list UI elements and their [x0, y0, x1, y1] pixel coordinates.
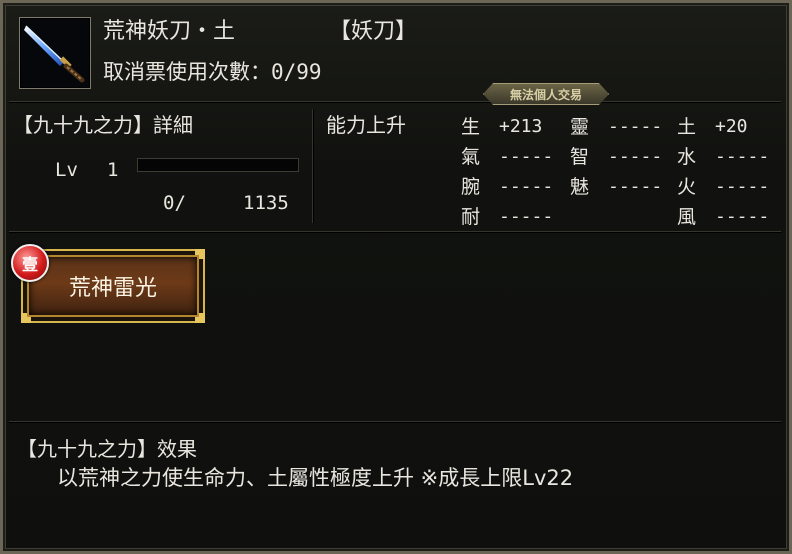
- ability-stat-row: 靈 -----: [570, 117, 670, 147]
- item-tooltip-window: 荒神妖刀・土 【妖刀】 取消票使用次數：0/99 無法個人交易 【九十九之力】詳…: [0, 0, 792, 554]
- exp-current: 0/: [163, 192, 186, 214]
- level-value: 1: [107, 159, 119, 181]
- effect-title: 【九十九之力】效果: [17, 437, 197, 461]
- ability-stat-value: -----: [608, 116, 663, 137]
- ability-stat-row: 水 -----: [677, 147, 777, 177]
- ability-stat-value: +213: [499, 116, 543, 137]
- ability-stat-name: 氣: [461, 146, 481, 168]
- ability-stat-value: -----: [715, 146, 770, 167]
- ability-stat-value: +20: [715, 116, 748, 137]
- ability-title: 能力上升: [326, 113, 406, 137]
- ability-stat-name: 土: [677, 116, 697, 138]
- uses-value: 0/99: [271, 60, 322, 84]
- ability-stat-value: -----: [499, 146, 554, 167]
- ability-column-3: 土 +20 水 ----- 火 ----- 風 -----: [677, 117, 777, 237]
- detail-title: 【九十九之力】詳細: [13, 113, 193, 137]
- ability-stat-row: 智 -----: [570, 147, 670, 177]
- ability-stat-name: 靈: [570, 116, 590, 138]
- section-divider: [312, 109, 314, 223]
- ability-stat-name: 魅: [570, 176, 590, 198]
- effect-description: 以荒神之力使生命力、土屬性極度上升 ※成長上限Lv22: [57, 466, 574, 490]
- sword-icon: [19, 17, 91, 89]
- ability-stat-row: 土 +20: [677, 117, 777, 147]
- divider: [9, 231, 781, 233]
- ability-column-1: 生 +213 氣 ----- 腕 ----- 耐 -----: [461, 117, 561, 237]
- ability-column-2: 靈 ----- 智 ----- 魅 -----: [570, 117, 670, 207]
- ability-stat-row: 魅 -----: [570, 177, 670, 207]
- skill-name: 荒神雷光: [68, 276, 157, 301]
- ability-stat-value: -----: [608, 146, 663, 167]
- exp-bar: [137, 158, 299, 172]
- exp-max: 1135: [243, 192, 289, 214]
- ability-stat-row: 火 -----: [677, 177, 777, 207]
- item-name: 荒神妖刀・土: [103, 19, 236, 44]
- uses-label: 取消票使用次數：: [103, 60, 271, 84]
- ability-stat-name: 腕: [461, 176, 481, 198]
- ability-stat-value: -----: [715, 176, 770, 197]
- ability-stat-name: 智: [570, 146, 590, 168]
- ability-stat-row: 生 +213: [461, 117, 561, 147]
- level-label: Lv: [55, 159, 78, 181]
- ability-stat-value: -----: [608, 176, 663, 197]
- skill-rank-badge: 壹: [11, 244, 49, 282]
- ability-stat-name: 生: [461, 116, 481, 138]
- ability-stat-row: 腕 -----: [461, 177, 561, 207]
- ability-stat-name: 水: [677, 146, 697, 168]
- divider: [9, 421, 781, 423]
- ability-stat-value: -----: [499, 176, 554, 197]
- ability-stat-name: 火: [677, 176, 697, 198]
- ability-stat-row: 氣 -----: [461, 147, 561, 177]
- no-trade-badge: 無法個人交易: [483, 83, 609, 105]
- item-category: 【妖刀】: [329, 19, 418, 44]
- divider: [9, 101, 781, 103]
